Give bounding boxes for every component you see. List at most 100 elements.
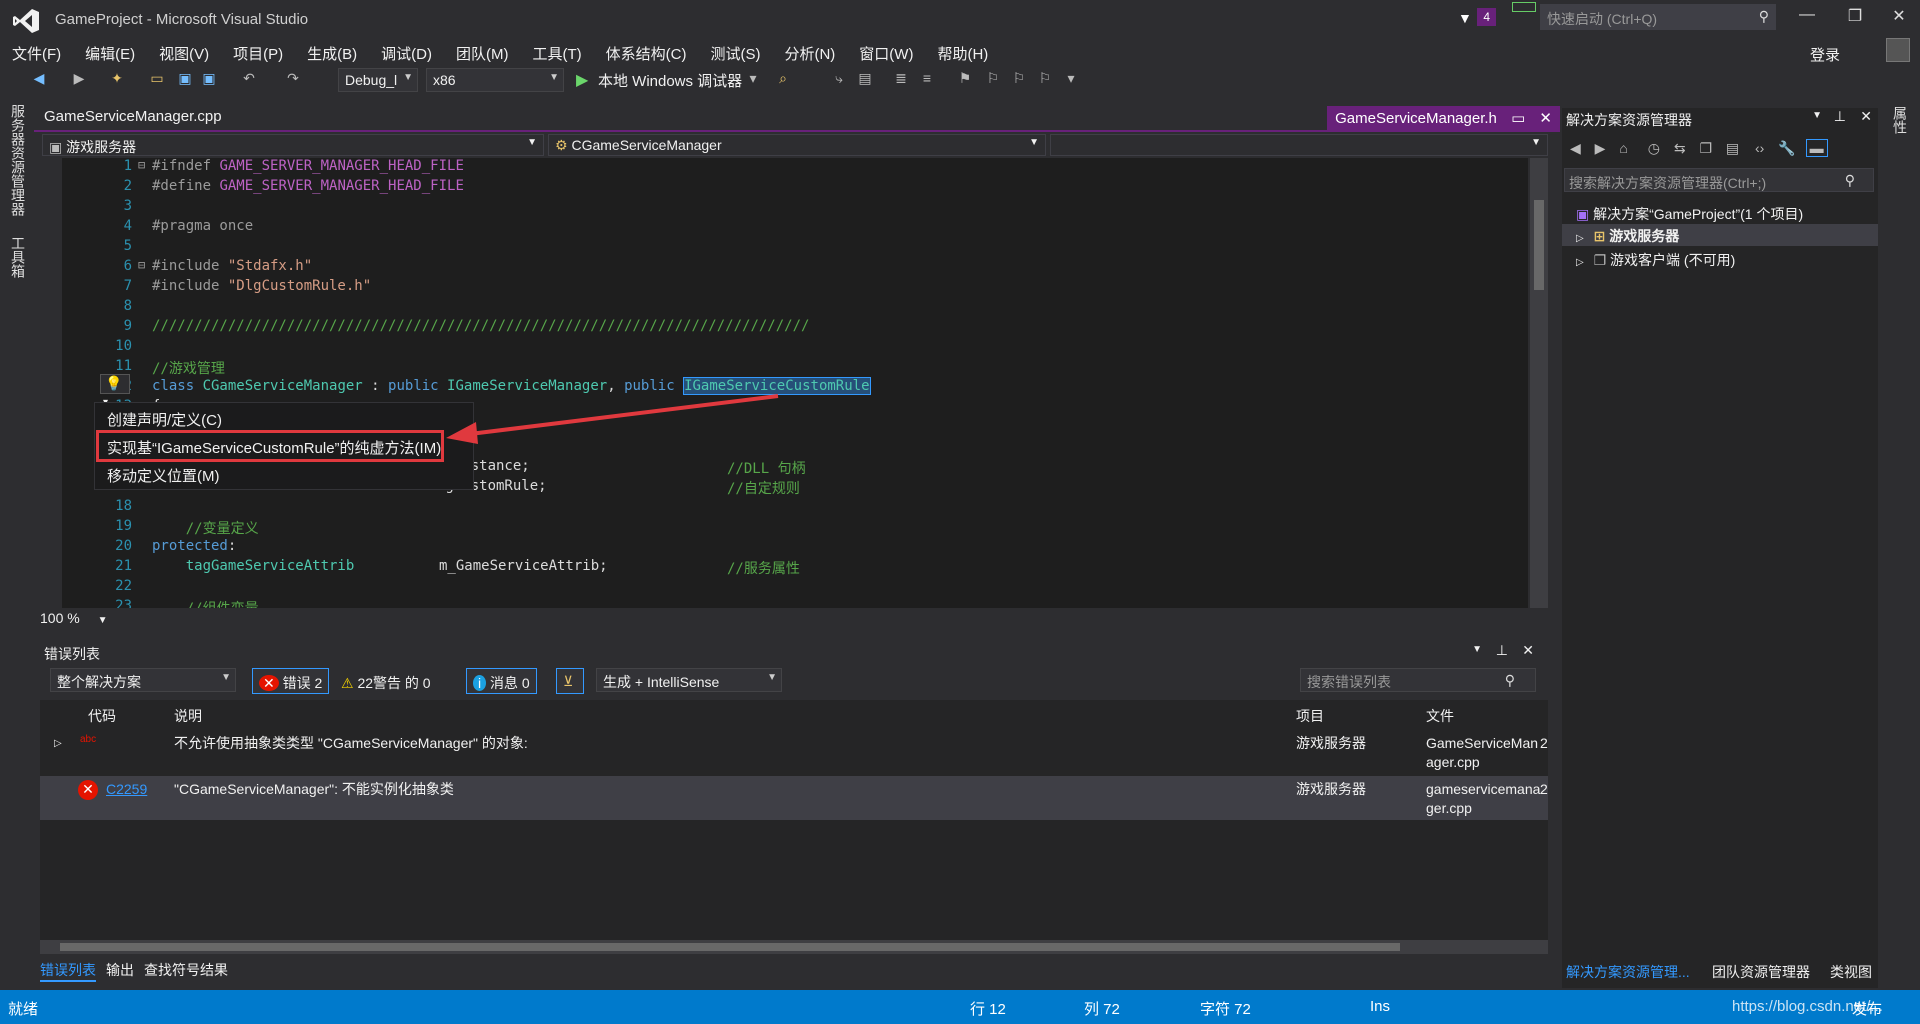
bookmark-icon[interactable]: ⚑ xyxy=(956,70,974,88)
home-icon[interactable]: ⌂ xyxy=(1619,140,1627,156)
close-panel-icon[interactable]: ✕ xyxy=(1522,642,1534,659)
tab-class-view[interactable]: 类视图 xyxy=(1830,962,1872,982)
platform-select[interactable]: x86 ▼ xyxy=(426,68,564,92)
column-header-file[interactable]: 文件 xyxy=(1426,706,1454,726)
tree-item-game-client[interactable]: ▷ ❐ 游戏客户端 (不可用) xyxy=(1576,250,1735,270)
clear-bookmarks-icon[interactable]: ⚐ xyxy=(1036,70,1054,88)
pin-icon[interactable]: ▭ xyxy=(1511,110,1525,127)
collapse-icon[interactable]: ⊟ xyxy=(138,158,145,172)
menu-help[interactable]: 帮助(H) xyxy=(937,40,988,67)
menu-item-create-declaration[interactable]: 创建声明/定义(C) xyxy=(107,409,222,430)
next-bookmark-icon[interactable]: ⚐ xyxy=(1010,70,1028,88)
outdent-icon[interactable]: ≡ xyxy=(918,70,936,88)
menu-test[interactable]: 测试(S) xyxy=(710,40,760,67)
tab-gameservicemanager-cpp[interactable]: GameServiceManager.cpp xyxy=(44,108,222,125)
prev-bookmark-icon[interactable]: ⚐ xyxy=(984,70,1002,88)
show-all-files-icon[interactable]: ▤ xyxy=(1726,140,1739,156)
errors-filter-button[interactable]: ✕ 错误 2 xyxy=(252,668,330,694)
error-search-input[interactable]: 搜索错误列表 ⚲ xyxy=(1300,668,1536,692)
code-editor[interactable]: 1 2 3 4 5 6 7 8 9 10 11 12 13 14 15 16 1… xyxy=(62,158,1528,608)
tree-item-solution[interactable]: ▣ 解决方案“GameProject”(1 个项目) xyxy=(1576,204,1803,224)
close-button[interactable]: ✕ xyxy=(1884,6,1914,30)
open-folder-icon[interactable]: ▭ xyxy=(148,70,166,88)
menu-file[interactable]: 文件(F) xyxy=(12,40,61,67)
tab-solution-explorer[interactable]: 解决方案资源管理... xyxy=(1566,962,1690,982)
menu-window[interactable]: 窗口(W) xyxy=(859,40,913,67)
build-source-select[interactable]: 生成 + IntelliSense ▼ xyxy=(596,668,782,692)
column-header-code[interactable]: 代码 xyxy=(88,706,116,726)
forward-icon[interactable]: ▶ xyxy=(1595,140,1606,156)
tab-error-list[interactable]: 错误列表 xyxy=(40,960,96,982)
solution-search-input[interactable]: 搜索解决方案资源管理器(Ctrl+;) ⚲ xyxy=(1564,168,1874,192)
column-header-project[interactable]: 项目 xyxy=(1296,706,1324,726)
expand-icon[interactable]: ▷ xyxy=(1576,233,1584,244)
login-link[interactable]: 登录 xyxy=(1810,44,1840,65)
collapse-icon[interactable]: ⊟ xyxy=(138,258,145,272)
save-icon[interactable]: ▣ xyxy=(176,70,194,88)
menu-analyze[interactable]: 分析(N) xyxy=(784,40,835,67)
collapse-all-icon[interactable]: ❐ xyxy=(1699,140,1712,156)
code-view-icon[interactable]: ‹› xyxy=(1755,140,1764,156)
error-scope-select[interactable]: 整个解决方案 ▼ xyxy=(50,668,236,692)
error-code-link[interactable]: C2259 xyxy=(106,780,147,799)
expand-icon[interactable]: ▷ xyxy=(1576,257,1584,268)
member-select[interactable]: ▼ xyxy=(1050,134,1548,156)
scope-select[interactable]: ⚙ CGameServiceManager ▼ xyxy=(548,134,1046,156)
tab-gameservicemanager-h[interactable]: GameServiceManager.h ▭ ✕ xyxy=(1327,106,1560,130)
pin-icon[interactable]: ⊥ xyxy=(1834,108,1846,125)
new-project-icon[interactable]: ✦ xyxy=(108,70,126,88)
menu-tools[interactable]: 工具(T) xyxy=(532,40,581,67)
save-all-icon[interactable]: ▣ xyxy=(200,70,218,88)
scrollbar-thumb[interactable] xyxy=(60,943,1400,951)
publish-button[interactable]: 发布 xyxy=(1852,998,1882,1019)
sync-icon[interactable]: ⇆ xyxy=(1674,140,1686,156)
avatar[interactable] xyxy=(1886,38,1910,62)
server-explorer-tab[interactable]: 服务器资源管理器 xyxy=(8,104,28,216)
toolbox-tab[interactable]: 工具箱 xyxy=(8,236,28,278)
dropdown-chevron-icon[interactable]: ▾ xyxy=(744,70,762,88)
comment-icon[interactable]: ▤ xyxy=(856,70,874,88)
tab-find-symbol-results[interactable]: 查找符号结果 xyxy=(144,960,228,980)
properties-wrench-icon[interactable]: 🔧 xyxy=(1778,140,1795,156)
menu-view[interactable]: 视图(V) xyxy=(159,40,209,67)
zoom-level[interactable]: 100 % ▼ xyxy=(40,610,108,628)
tab-team-explorer[interactable]: 团队资源管理器 xyxy=(1712,962,1810,982)
tab-output[interactable]: 输出 xyxy=(106,960,134,980)
history-icon[interactable]: ◷ xyxy=(1648,140,1660,156)
menu-architecture[interactable]: 体系结构(C) xyxy=(606,40,687,67)
close-tab-icon[interactable]: ✕ xyxy=(1539,110,1552,127)
table-row[interactable]: ▷ abc 不允许使用抽象类类型 "CGameServiceManager" 的… xyxy=(40,730,1548,774)
notifications-button[interactable]: ▼ 4 xyxy=(1458,8,1496,28)
close-panel-icon[interactable]: ✕ xyxy=(1860,108,1872,125)
back-icon[interactable]: ◀ xyxy=(30,70,48,88)
back-icon[interactable]: ◀ xyxy=(1570,140,1581,156)
expand-icon[interactable]: ▷ xyxy=(54,734,62,753)
redo-icon[interactable]: ↷ xyxy=(284,70,302,88)
menu-edit[interactable]: 编辑(E) xyxy=(85,40,135,67)
menu-item-move-definition[interactable]: 移动定义位置(M) xyxy=(107,465,220,486)
editor-vertical-scrollbar[interactable] xyxy=(1530,158,1548,608)
scrollbar-thumb[interactable] xyxy=(1534,200,1544,290)
undo-icon[interactable]: ↶ xyxy=(240,70,258,88)
properties-tab[interactable]: 属性 xyxy=(1890,106,1910,134)
forward-icon[interactable]: ▶ xyxy=(70,70,88,88)
menu-team[interactable]: 团队(M) xyxy=(456,40,509,67)
tree-item-game-server[interactable]: ▷ ⊞ 游戏服务器 xyxy=(1562,224,1878,246)
error-list-horizontal-scrollbar[interactable] xyxy=(40,940,1548,954)
minimize-button[interactable]: — xyxy=(1792,6,1822,30)
configuration-select[interactable]: Debug_l ▼ xyxy=(338,68,418,92)
menu-build[interactable]: 生成(B) xyxy=(307,40,357,67)
filter-button[interactable]: ⊻ xyxy=(556,668,584,694)
pin-icon[interactable]: ⊥ xyxy=(1496,642,1508,659)
menu-project[interactable]: 项目(P) xyxy=(233,40,283,67)
quick-launch-input[interactable]: 快速启动 (Ctrl+Q) ⚲ xyxy=(1540,4,1776,30)
step-icon[interactable]: ⤷ xyxy=(830,70,848,88)
warnings-filter-button[interactable]: ⚠ 22警告 的 0 xyxy=(334,668,438,694)
menu-debug[interactable]: 调试(D) xyxy=(381,40,432,67)
maximize-button[interactable]: ❐ xyxy=(1840,6,1870,30)
toolbar-options-icon[interactable]: ▾ xyxy=(1062,70,1080,88)
project-select[interactable]: ▣ 游戏服务器 ▼ xyxy=(42,134,544,156)
chevron-down-icon[interactable]: ▼ xyxy=(1472,644,1482,655)
start-debugging-icon[interactable]: ▶ xyxy=(576,70,588,90)
quick-actions-lightbulb[interactable]: 💡 ▾ xyxy=(100,374,130,408)
